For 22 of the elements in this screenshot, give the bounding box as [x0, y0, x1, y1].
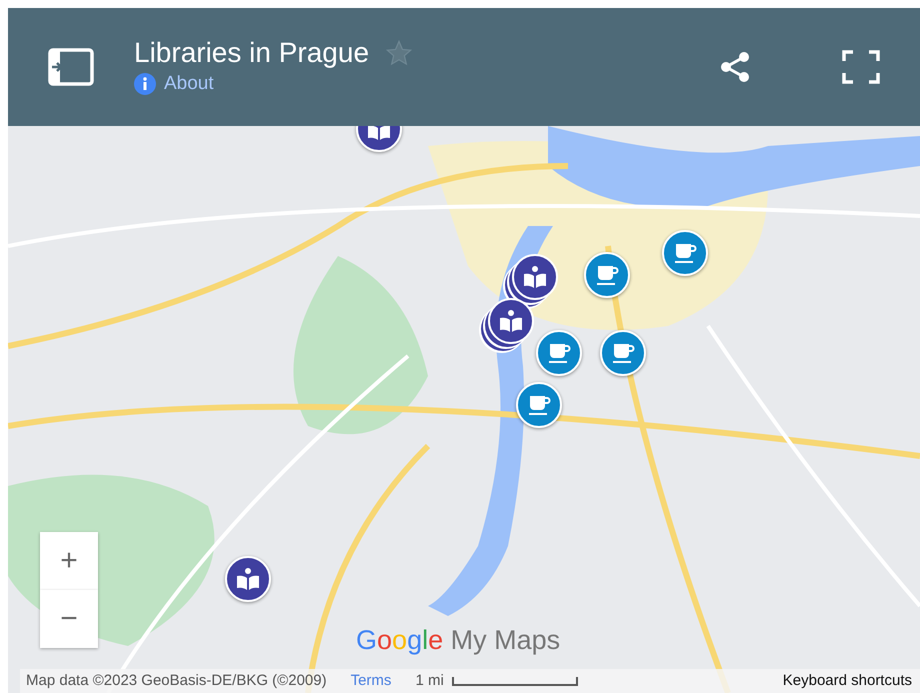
cup-icon — [611, 342, 635, 364]
scale-label: 1 mi — [415, 670, 444, 691]
book-icon — [523, 266, 547, 288]
zoom-out-button[interactable]: − — [40, 590, 98, 648]
book-icon — [499, 310, 523, 332]
zoom-in-button[interactable]: + — [40, 532, 98, 590]
book-icon — [236, 568, 260, 590]
star-icon[interactable] — [385, 38, 414, 67]
fullscreen-icon[interactable] — [842, 50, 880, 84]
side-panel-icon[interactable] — [48, 48, 94, 86]
about-link[interactable]: About — [164, 70, 214, 98]
google-my-maps-logo: Google My Maps — [356, 624, 560, 657]
info-icon — [134, 72, 156, 95]
terms-link[interactable]: Terms — [350, 670, 392, 692]
map-attribution: Map data ©2023 GeoBasis-DE/BKG (©2009) — [26, 670, 327, 691]
keyboard-shortcuts-link[interactable]: Keyboard shortcuts — [782, 670, 912, 692]
cup-icon — [595, 264, 619, 286]
share-icon[interactable] — [718, 50, 752, 84]
cup-icon — [673, 242, 697, 264]
cup-icon — [547, 342, 571, 364]
cup-icon — [527, 394, 551, 416]
map-title: Libraries in Prague — [134, 36, 370, 70]
